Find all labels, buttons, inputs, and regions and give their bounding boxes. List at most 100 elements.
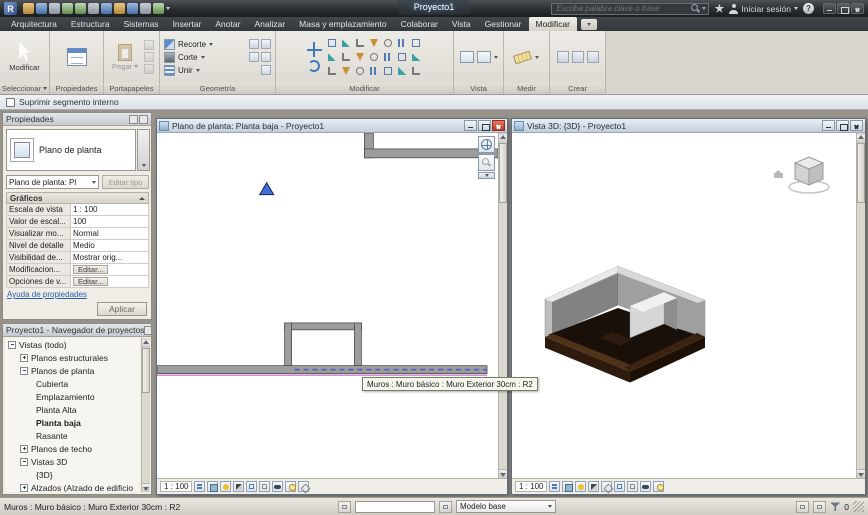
trim-icon[interactable] bbox=[382, 37, 395, 50]
resize-grip[interactable] bbox=[853, 501, 864, 512]
edit-button[interactable]: Editar... bbox=[73, 265, 109, 274]
modify-tool-icon[interactable] bbox=[368, 65, 381, 78]
suppress-segment-checkbox[interactable] bbox=[6, 97, 15, 107]
zoom-icon[interactable] bbox=[478, 154, 495, 171]
offset-icon[interactable] bbox=[340, 37, 353, 50]
panel-label-medir[interactable]: Medir bbox=[504, 83, 549, 94]
favorites-star-icon[interactable] bbox=[714, 3, 725, 13]
home-icon[interactable] bbox=[774, 170, 783, 178]
rotate-icon[interactable] bbox=[308, 60, 320, 72]
copy-icon[interactable] bbox=[326, 51, 339, 64]
panel-label-modificar[interactable]: Modificar bbox=[276, 83, 453, 94]
tree-item-3d[interactable]: {3D} bbox=[5, 468, 140, 481]
view-tool-icon[interactable] bbox=[459, 51, 474, 63]
tab-analizar[interactable]: Analizar bbox=[247, 17, 292, 31]
tree-item-cubierta[interactable]: Cubierta bbox=[5, 377, 140, 390]
browser-scrollbar[interactable] bbox=[141, 338, 150, 492]
unpin-icon[interactable] bbox=[354, 51, 367, 64]
tab-arquitectura[interactable]: Arquitectura bbox=[4, 17, 64, 31]
visual-style-icon[interactable] bbox=[207, 481, 219, 492]
view3d-canvas[interactable] bbox=[512, 133, 856, 478]
show-crop-icon[interactable] bbox=[627, 481, 639, 492]
split-gap-icon[interactable] bbox=[396, 51, 409, 64]
tree-item-planos-estructurales[interactable]: Planos estructurales bbox=[5, 351, 140, 364]
sun-path-icon[interactable] bbox=[220, 481, 232, 492]
properties-help-link[interactable]: Ayuda de propiedades bbox=[7, 290, 87, 299]
type-selector-dropdown[interactable] bbox=[137, 129, 150, 171]
save-icon[interactable] bbox=[36, 3, 47, 14]
tab-gestionar[interactable]: Gestionar bbox=[478, 17, 529, 31]
edit-button[interactable]: Editar... bbox=[73, 277, 109, 286]
window-minimize-icon[interactable] bbox=[464, 120, 477, 131]
expand-icon[interactable] bbox=[20, 353, 28, 362]
temporary-hide-icon[interactable] bbox=[272, 481, 284, 492]
window-restore-icon[interactable] bbox=[478, 120, 491, 131]
scrollbar-thumb[interactable] bbox=[857, 143, 865, 203]
view-tool-icon[interactable] bbox=[476, 51, 491, 63]
geometry-tool-icon[interactable] bbox=[261, 52, 271, 62]
scroll-down-icon[interactable] bbox=[857, 469, 865, 478]
modify-tool-icon[interactable] bbox=[410, 51, 423, 64]
worksets-icon[interactable] bbox=[338, 500, 351, 513]
view-panel-dropdown-icon[interactable] bbox=[493, 55, 498, 59]
tab-colaborar[interactable]: Colaborar bbox=[394, 17, 445, 31]
properties-palette-header[interactable]: Propiedades bbox=[3, 113, 151, 126]
panel-label-seleccionar[interactable]: Seleccionar bbox=[0, 83, 49, 94]
measure-icon[interactable] bbox=[101, 3, 112, 14]
temporary-hide-icon[interactable] bbox=[640, 481, 652, 492]
scroll-down-icon[interactable] bbox=[142, 483, 150, 492]
modify-tool-icon[interactable] bbox=[410, 65, 423, 78]
modify-tool-icon[interactable] bbox=[396, 65, 409, 78]
filter-icon[interactable] bbox=[830, 502, 841, 511]
pin-icon[interactable] bbox=[340, 51, 353, 64]
create-group-icon[interactable] bbox=[556, 51, 569, 63]
tab-anotar[interactable]: Anotar bbox=[208, 17, 247, 31]
geometry-tool-icon[interactable] bbox=[261, 65, 271, 75]
geometry-tool-icon[interactable] bbox=[249, 52, 259, 62]
property-value[interactable]: Mostrar orig... bbox=[71, 252, 148, 263]
expand-icon[interactable] bbox=[20, 483, 28, 492]
analysis-display-icon[interactable] bbox=[298, 481, 310, 492]
help-button[interactable]: ? bbox=[803, 3, 814, 14]
property-value[interactable]: 100 bbox=[71, 216, 148, 227]
cut-button[interactable]: Corte bbox=[164, 51, 271, 63]
panel-label-propiedades[interactable]: Propiedades bbox=[50, 83, 103, 94]
redo-icon[interactable] bbox=[75, 3, 86, 14]
show-crop-icon[interactable] bbox=[259, 481, 271, 492]
shadows-icon[interactable] bbox=[233, 481, 245, 492]
scale-button[interactable]: 1 : 100 bbox=[515, 481, 548, 492]
mirror-icon[interactable] bbox=[354, 37, 367, 50]
expand-icon[interactable] bbox=[20, 444, 28, 453]
detail-level-icon[interactable] bbox=[194, 481, 206, 492]
tree-item-vistas-3d[interactable]: Vistas 3D bbox=[5, 455, 140, 468]
modify-tool-icon[interactable] bbox=[382, 65, 395, 78]
type-selector[interactable]: Plano de planta bbox=[6, 129, 136, 171]
collapse-icon[interactable] bbox=[8, 340, 16, 349]
sun-path-icon[interactable] bbox=[575, 481, 587, 492]
tree-item-planta-baja[interactable]: Planta baja bbox=[5, 416, 140, 429]
delete-icon[interactable] bbox=[368, 51, 381, 64]
collapse-icon[interactable] bbox=[20, 366, 28, 375]
scrollbar-thumb[interactable] bbox=[499, 143, 507, 203]
measure-dropdown-icon[interactable] bbox=[535, 55, 539, 59]
section-icon[interactable] bbox=[140, 3, 151, 14]
reveal-hidden-icon[interactable] bbox=[653, 481, 665, 492]
section-graficos[interactable]: Gráficos bbox=[6, 192, 149, 204]
tree-item-rasante[interactable]: Rasante bbox=[5, 429, 140, 442]
design-options-combo[interactable]: Modelo base bbox=[456, 500, 556, 513]
paste-button[interactable]: Pegar bbox=[109, 43, 141, 72]
thin-lines-icon[interactable] bbox=[153, 3, 164, 14]
visual-style-icon[interactable] bbox=[562, 481, 574, 492]
align-icon[interactable] bbox=[326, 37, 339, 50]
split-icon[interactable] bbox=[368, 37, 381, 50]
open-icon[interactable] bbox=[23, 3, 34, 14]
view3d-vertical-scrollbar[interactable] bbox=[856, 133, 865, 478]
tree-item-vistas[interactable]: Vistas (todo) bbox=[5, 338, 140, 351]
plan-drawing[interactable] bbox=[157, 133, 498, 478]
window-minimize-icon[interactable] bbox=[822, 120, 835, 131]
window-close-icon[interactable] bbox=[850, 120, 863, 131]
ruler-icon[interactable] bbox=[513, 50, 532, 64]
print-icon[interactable] bbox=[88, 3, 99, 14]
sync-icon[interactable] bbox=[49, 3, 60, 14]
qat-customize-icon[interactable] bbox=[166, 7, 170, 10]
